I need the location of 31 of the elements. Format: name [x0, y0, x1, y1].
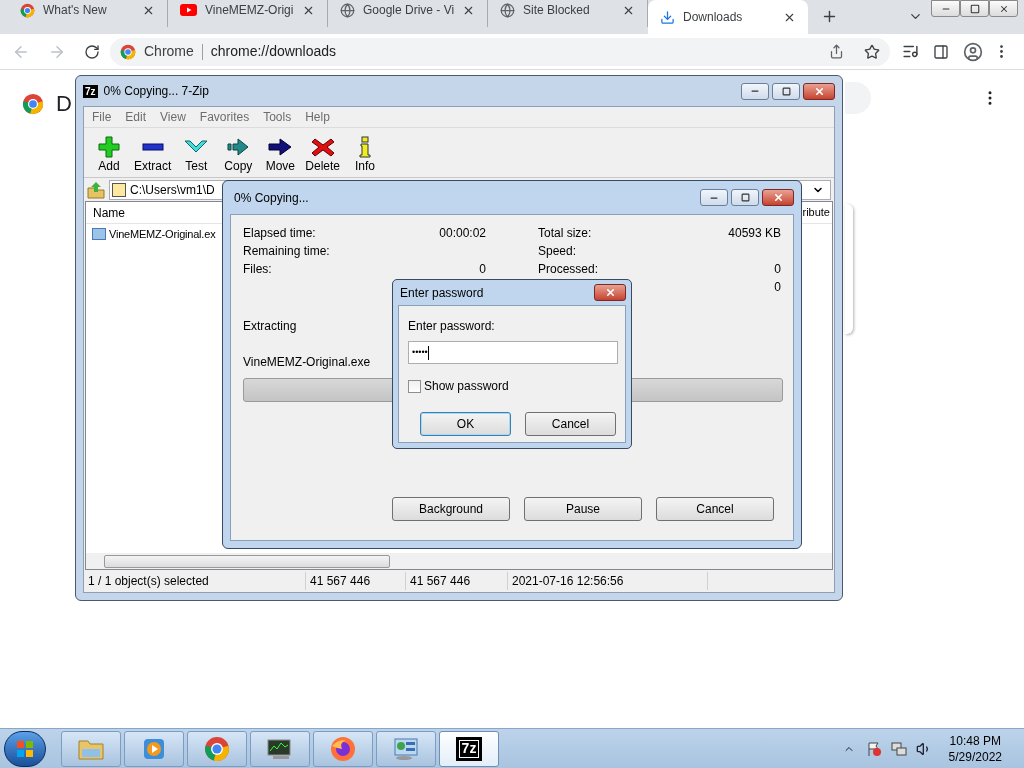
field-label: Enter password: [408, 318, 496, 335]
field-label: Elapsed time: [243, 225, 316, 242]
zip-logo-icon: 7z [83, 84, 98, 98]
dialog-title: Enter password [400, 284, 484, 302]
field-value: 40593 KB [728, 225, 781, 242]
url-text: chrome://downloads [210, 42, 337, 61]
tab-title: Google Drive - Vi [363, 2, 454, 19]
site-label: Chrome [144, 42, 194, 61]
tab-title: Site Blocked [523, 2, 591, 19]
tab-title: VineMEMZ-Origi [205, 2, 294, 19]
status-text: 1 / 1 object(s) selected [84, 572, 306, 590]
operation-text: Extracting [243, 318, 297, 335]
window-title: 0% Copying... 7-Zip [103, 83, 209, 100]
file-name: VineMEMZ-Original.exe [243, 354, 371, 371]
status-text: 2021-07-16 12:56:56 [508, 572, 708, 590]
page-heading: D [56, 90, 72, 118]
field-label: Files: [243, 261, 272, 278]
status-text: 41 567 446 [306, 572, 406, 590]
tab-title: What's New [43, 2, 108, 19]
field-label: Processed: [538, 261, 599, 278]
field-value: 0 [479, 261, 486, 278]
tab-title: Downloads [683, 9, 744, 26]
field-label: Remaining time: [243, 243, 330, 260]
status-text: 41 567 446 [406, 572, 508, 590]
field-value: 00:00:02 [439, 225, 486, 242]
field-value: 0 [774, 279, 781, 296]
field-label: Total size: [538, 225, 592, 242]
field-value: 0 [774, 261, 781, 278]
dialog-title: 0% Copying... [234, 189, 309, 207]
zip-logo-icon: 7z [456, 736, 482, 761]
field-label: Speed: [538, 243, 577, 260]
